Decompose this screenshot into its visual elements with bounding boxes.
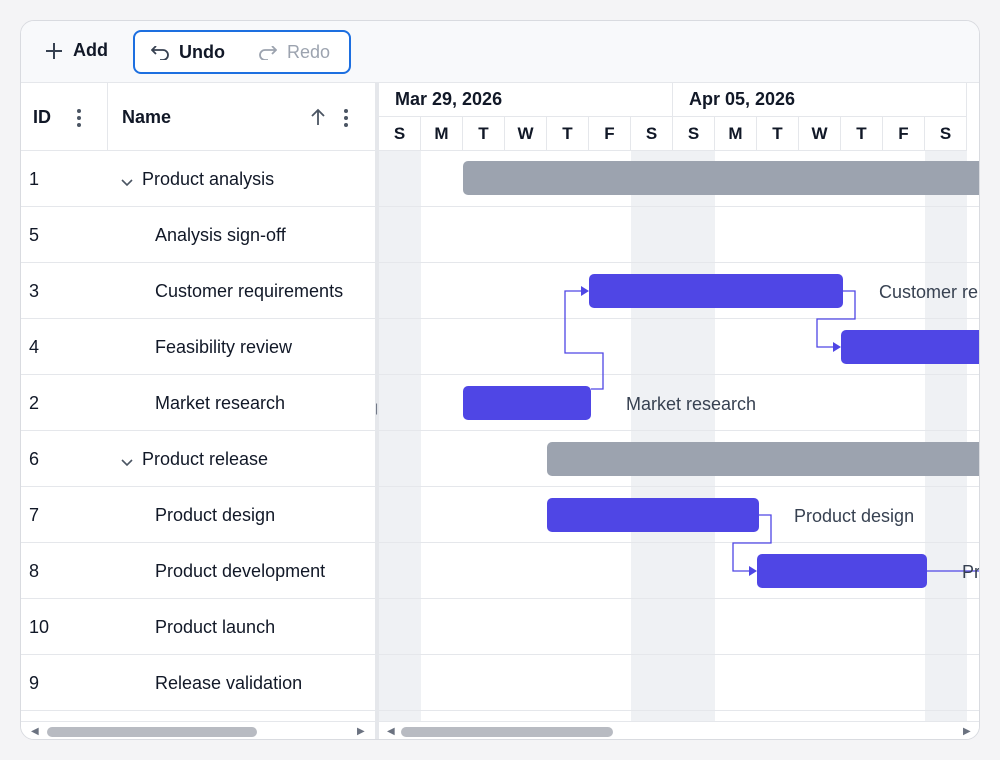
column-divider <box>107 83 108 151</box>
task-bar-product-development[interactable] <box>757 554 927 588</box>
column-header-name[interactable]: Name <box>122 83 322 151</box>
undo-redo-group: Undo Redo <box>133 30 351 74</box>
row-id: 5 <box>29 224 40 245</box>
row-name: Market research <box>155 392 286 413</box>
dependency-arrow-icon <box>581 286 589 296</box>
redo-button[interactable]: Redo <box>259 42 330 63</box>
table-row[interactable]: 10 Product launch <box>21 599 375 655</box>
bar-label-product-development: Pr <box>962 562 980 582</box>
dependency-arrow-icon <box>833 342 841 352</box>
row-name: Product analysis <box>142 168 275 189</box>
row-id: 1 <box>29 168 40 189</box>
grid-header: ID Name <box>21 83 375 151</box>
undo-button[interactable]: Undo <box>151 42 225 63</box>
task-bar-product-design[interactable] <box>547 498 759 532</box>
column-header-name-label: Name <box>122 106 172 127</box>
table-row[interactable]: 4 Feasibility review <box>21 319 375 375</box>
task-bar-market-research[interactable] <box>463 386 591 420</box>
chart-horizontal-scrollbar[interactable]: ◀ ▶ <box>379 721 979 739</box>
table-row[interactable]: 3 Customer requirements <box>21 263 375 319</box>
toolbar: Add Undo Redo <box>21 21 979 83</box>
add-label: Add <box>73 40 108 60</box>
grid-horizontal-scrollbar[interactable]: ◀ ▶ <box>21 721 375 739</box>
bar-label-product-design: Product design <box>794 506 915 526</box>
chevron-down-icon[interactable] <box>121 172 133 193</box>
scroll-left-icon[interactable]: ◀ <box>387 726 395 737</box>
plus-icon <box>45 42 63 60</box>
table-row[interactable]: 9 Release validation <box>21 655 375 711</box>
undo-label: Undo <box>179 42 225 62</box>
row-id: 6 <box>29 448 40 469</box>
row-name: Analysis sign-off <box>155 224 286 245</box>
table-row[interactable]: 1 Product analysis <box>21 151 375 207</box>
table-row[interactable]: 7 Product design <box>21 487 375 543</box>
table-row[interactable]: 2 Market research <box>21 375 375 431</box>
row-name: Customer requirements <box>155 280 344 301</box>
gantt-widget: Add Undo Redo ID Name 1 Product analysis… <box>20 20 980 740</box>
row-name: Product release <box>142 448 269 469</box>
row-name: Product launch <box>155 616 276 637</box>
row-id: 7 <box>29 504 40 525</box>
row-name: Product design <box>155 504 276 525</box>
table-row[interactable]: 6 Product release <box>21 431 375 487</box>
row-name: Product development <box>155 560 326 581</box>
bar-label-market-research: Market research <box>626 394 757 414</box>
scroll-right-icon[interactable]: ▶ <box>963 726 971 737</box>
row-id: 2 <box>29 392 40 413</box>
task-grid: ID Name 1 Product analysis 5 Analysis sign-… <box>21 83 375 739</box>
dependency-arrow-icon <box>749 566 757 576</box>
row-id: 3 <box>29 280 40 301</box>
column-header-id[interactable]: ID <box>33 83 107 151</box>
chevron-down-icon[interactable] <box>121 452 133 473</box>
chart-scroll-thumb[interactable] <box>401 727 613 737</box>
bar-label-customer-requirements: Customer re <box>879 282 979 302</box>
row-id: 4 <box>29 336 40 357</box>
row-id: 9 <box>29 672 40 693</box>
redo-label: Redo <box>287 42 331 62</box>
task-bar-customer-requirements[interactable] <box>589 274 843 308</box>
scroll-left-icon[interactable]: ◀ <box>31 726 39 737</box>
add-button[interactable]: Add <box>45 40 108 61</box>
summary-bar-product-release[interactable] <box>547 442 979 476</box>
task-bar-feasibility-review[interactable] <box>841 330 979 364</box>
redo-icon <box>259 45 277 60</box>
row-id: 8 <box>29 560 40 581</box>
row-name: Release validation <box>155 672 303 693</box>
row-id: 10 <box>29 616 50 637</box>
scroll-right-icon[interactable]: ▶ <box>357 726 365 737</box>
column-header-id-label: ID <box>33 106 51 127</box>
timeline-chart: Mar 29, 2026 Apr 05, 2026 SMTWTFSSMTWTFS… <box>379 83 980 739</box>
table-row[interactable]: 5 Analysis sign-off <box>21 207 375 263</box>
table-row[interactable]: 8 Product development <box>21 543 375 599</box>
name-column-menu-icon[interactable] <box>344 109 348 130</box>
grid-scroll-thumb[interactable] <box>47 727 257 737</box>
undo-icon <box>151 45 169 60</box>
row-name: Feasibility review <box>155 336 293 357</box>
id-column-menu-icon[interactable] <box>77 109 81 130</box>
summary-bar-product-analysis[interactable] <box>463 161 979 195</box>
sort-ascending-icon[interactable] <box>311 108 325 131</box>
